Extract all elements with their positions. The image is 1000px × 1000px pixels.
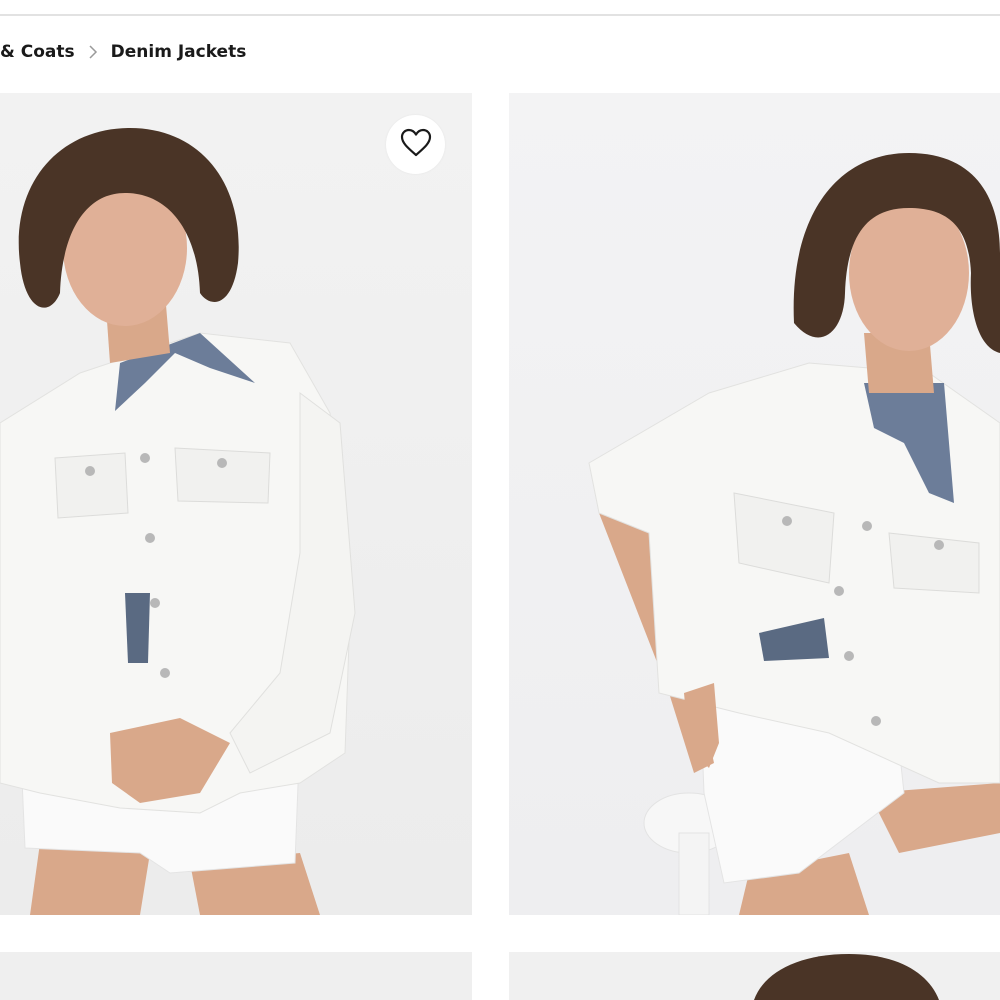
product-image[interactable]	[509, 952, 1000, 1000]
favorite-button[interactable]	[386, 115, 445, 174]
model-illustration	[588, 153, 1000, 915]
header-bar	[0, 0, 1000, 16]
breadcrumb-parent-link[interactable]: & Coats	[0, 42, 75, 62]
model-illustration	[0, 128, 356, 915]
breadcrumb: & Coats Denim Jackets	[0, 40, 246, 64]
product-image[interactable]	[0, 952, 472, 1000]
product-image[interactable]	[0, 93, 472, 915]
chevron-right-icon	[81, 40, 105, 64]
model-illustration	[754, 954, 939, 1000]
breadcrumb-current: Denim Jackets	[110, 42, 247, 62]
product-image[interactable]	[509, 93, 1000, 915]
heart-outline-icon	[400, 128, 432, 162]
